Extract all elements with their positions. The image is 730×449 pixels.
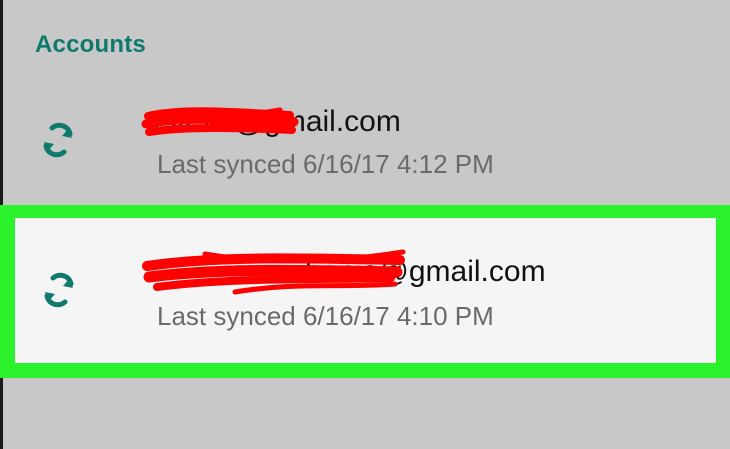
sync-icon	[43, 122, 73, 158]
last-synced-text: Last synced 6/16/17 4:12 PM	[157, 149, 494, 179]
account-row[interactable]: vsteve@gmail.com Last synced 6/16/17 4:1…	[0, 66, 730, 212]
section-title: Accounts	[35, 31, 146, 58]
account-email: hanie@gmail.com	[305, 255, 546, 288]
sync-icon	[44, 272, 74, 308]
highlighted-account-row[interactable]: hanie@gmail.com Last synced 6/16/17 4:10…	[15, 218, 716, 363]
accounts-screen: Accounts vsteve@gmail.com Last synced 6/…	[0, 0, 730, 449]
account-email: vsteve@gmail.com	[147, 105, 401, 138]
last-synced-text: Last synced 6/16/17 4:10 PM	[157, 301, 494, 331]
